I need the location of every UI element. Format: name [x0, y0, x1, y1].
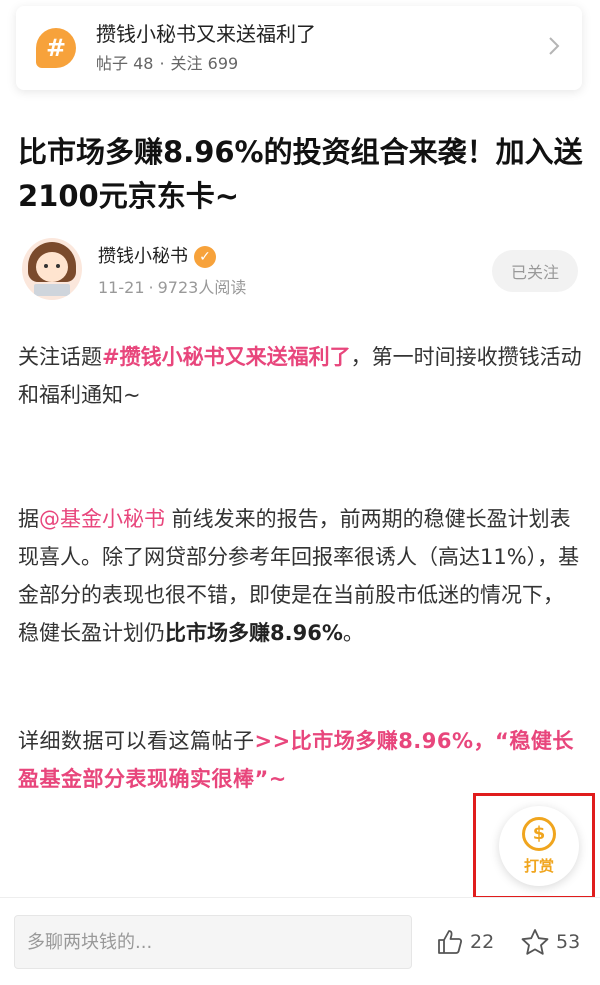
- topic-follows-count: 关注 699: [170, 54, 239, 73]
- article-title: 比市场多赚8.96%的投资组合来袭！加入送2100元京东卡~: [18, 135, 583, 213]
- follow-button[interactable]: 已关注: [492, 250, 578, 292]
- author-name-row[interactable]: 攒钱小秘书 ✓: [98, 244, 216, 270]
- favorite-button[interactable]: 53: [520, 926, 580, 958]
- tip-button[interactable]: $ 打赏: [499, 806, 579, 886]
- favorite-count: 53: [556, 931, 581, 953]
- verified-badge-icon: ✓: [194, 246, 216, 268]
- paragraph-report: 据@基金小秘书 前线发来的报告，前两期的稳健长盈计划表现喜人。除了网贷部分参考年…: [18, 500, 584, 652]
- paragraph-details: 详细数据可以看这篇帖子>>比市场多赚8.96%，“稳健长盈基金部分表现确实很棒”…: [18, 722, 584, 798]
- bottom-action-bar: 22 53: [0, 897, 600, 985]
- like-count: 22: [470, 931, 495, 953]
- topic-info: 攒钱小秘书又来送福利了 帖子 48 · 关注 699: [96, 20, 316, 76]
- paragraph-topic-notice: 关注话题#攒钱小秘书又来送福利了，第一时间接收攒钱活动和福利通知~: [18, 338, 584, 414]
- avatar[interactable]: [22, 238, 82, 300]
- topic-link[interactable]: #攒钱小秘书又来送福利了: [102, 345, 351, 369]
- comment-input[interactable]: [14, 915, 412, 969]
- hash-icon: #: [36, 28, 76, 68]
- like-button[interactable]: 22: [436, 926, 494, 958]
- mention-link[interactable]: @基金小秘书: [39, 507, 165, 531]
- text: 。: [342, 621, 364, 645]
- bold-text: 比市场多赚8.96%: [165, 621, 343, 645]
- author-meta: 11-21 · 9723人阅读: [98, 276, 246, 300]
- topic-card[interactable]: # 攒钱小秘书又来送福利了 帖子 48 · 关注 699: [16, 6, 582, 90]
- separator: ·: [159, 54, 165, 73]
- text: 据: [18, 507, 39, 531]
- author-row: 攒钱小秘书 ✓ 11-21 · 9723人阅读 已关注: [22, 238, 578, 308]
- text: 关注话题: [18, 345, 102, 369]
- tip-label: 打赏: [523, 856, 554, 875]
- chevron-right-icon: [548, 36, 560, 62]
- text: 详细数据可以看这篇帖子: [18, 729, 255, 753]
- author-name[interactable]: 攒钱小秘书: [98, 246, 188, 267]
- thumbs-up-icon: [438, 930, 463, 954]
- coin-icon: $: [522, 816, 556, 851]
- topic-posts-count: 帖子 48: [96, 54, 154, 73]
- topic-title: 攒钱小秘书又来送福利了: [96, 22, 316, 46]
- topic-stats: 帖子 48 · 关注 699: [96, 52, 316, 76]
- separator: ·: [148, 278, 154, 297]
- post-date: 11-21: [98, 278, 145, 297]
- star-icon: [521, 929, 549, 955]
- read-count: 9723人阅读: [157, 278, 247, 297]
